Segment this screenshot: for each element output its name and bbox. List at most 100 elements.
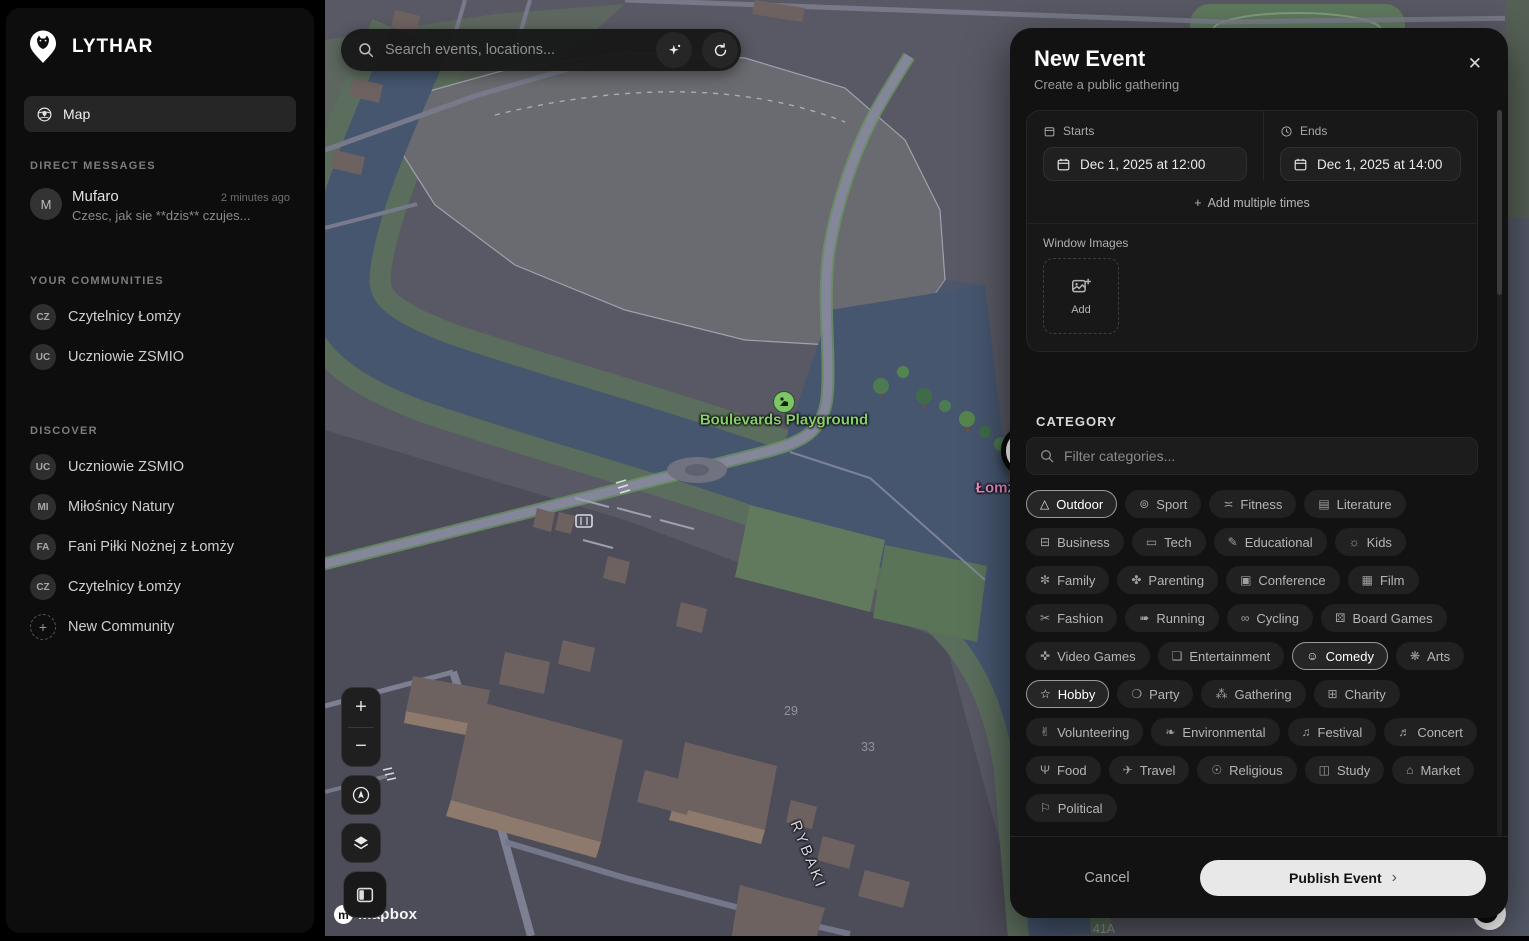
community-item-uczniowie-zsmio[interactable]: UCUczniowie ZSMIO (22, 447, 298, 487)
starts-datetime-button[interactable]: Dec 1, 2025 at 12:00 (1043, 147, 1247, 181)
map-search-bar[interactable]: Search events, locations... (341, 29, 741, 71)
chip-label: Conference (1258, 573, 1325, 588)
dm-timestamp: 2 minutes ago (221, 192, 290, 204)
category-chip-food[interactable]: ΨFood (1026, 756, 1101, 784)
sparkles-icon (666, 42, 683, 59)
add-multiple-times-button[interactable]: + Add multiple times (1027, 183, 1477, 223)
layers-button[interactable] (341, 823, 381, 863)
category-chip-parenting[interactable]: ✤Parenting (1117, 566, 1218, 594)
dm-item-mufaro[interactable]: M Mufaro 2 minutes ago Czesc, jak sie **… (22, 182, 298, 229)
category-chip-environmental[interactable]: ❧Environmental (1151, 718, 1279, 746)
add-image-label: Add (1071, 304, 1091, 316)
category-chip-sport[interactable]: ⊚Sport (1125, 490, 1201, 518)
utensils-icon: Ψ (1040, 764, 1050, 776)
image-plus-icon (1070, 276, 1092, 298)
publish-event-button[interactable]: Publish Event › (1200, 860, 1486, 896)
category-chip-literature[interactable]: ▤Literature (1304, 490, 1405, 518)
star-icon: ☆ (1040, 688, 1051, 700)
category-chip-travel[interactable]: ✈Travel (1109, 756, 1190, 784)
community-name: Czytelnicy Łomży (68, 579, 181, 595)
category-chip-video-games[interactable]: ✜Video Games (1026, 642, 1150, 670)
community-item-uczniowie-zsmio[interactable]: UCUczniowie ZSMIO (22, 337, 298, 377)
chip-label: Political (1058, 801, 1103, 816)
category-chip-religious[interactable]: ☉Religious (1197, 756, 1296, 784)
section-header-communities: YOUR COMMUNITIES (30, 275, 290, 287)
sidebar-toggle-button[interactable] (343, 871, 387, 918)
nav-item-label: Map (63, 106, 90, 122)
category-chip-hobby[interactable]: ☆Hobby (1026, 680, 1109, 708)
category-chip-running[interactable]: ➠Running (1125, 604, 1219, 632)
category-chip-charity[interactable]: ⊞Charity (1314, 680, 1400, 708)
ai-sparkles-button[interactable] (656, 32, 692, 68)
scrollbar-thumb[interactable] (1497, 110, 1502, 295)
playground-label: Boulevards Playground (700, 412, 868, 429)
category-header: CATEGORY (1036, 414, 1117, 429)
chip-label: Running (1156, 611, 1204, 626)
chip-label: Charity (1345, 687, 1386, 702)
chip-label: Cycling (1256, 611, 1299, 626)
category-chip-business[interactable]: ⊟Business (1026, 528, 1124, 556)
category-chip-entertainment[interactable]: ❏Entertainment (1158, 642, 1285, 670)
basket-icon: ⌂ (1406, 764, 1413, 776)
category-chip-outdoor[interactable]: △Outdoor (1026, 490, 1117, 518)
category-filter-input[interactable]: Filter categories... (1026, 437, 1478, 475)
locate-button[interactable] (341, 775, 381, 815)
category-chip-market[interactable]: ⌂ Market (1392, 756, 1474, 784)
chip-label: Market (1420, 763, 1460, 778)
ends-datetime-button[interactable]: Dec 1, 2025 at 14:00 (1280, 147, 1461, 181)
refresh-button[interactable] (702, 32, 738, 68)
ball-icon: ⊚ (1139, 498, 1149, 510)
category-chip-film[interactable]: ▦Film (1348, 566, 1419, 594)
category-chip-board-games[interactable]: ⚄Board Games (1321, 604, 1447, 632)
category-chip-fashion[interactable]: ✂Fashion (1026, 604, 1117, 632)
building-number: 29 (784, 704, 798, 718)
open-book-icon: ◫ (1319, 764, 1330, 776)
category-chip-comedy[interactable]: ☺Comedy (1292, 642, 1388, 670)
playground-marker[interactable] (773, 391, 795, 413)
new-community-button[interactable]: + New Community (22, 607, 298, 647)
avatar: M (30, 188, 62, 220)
panel-subtitle: Create a public gathering (1034, 77, 1484, 92)
category-chip-educational[interactable]: ✎Educational (1214, 528, 1327, 556)
dm-name: Mufaro (72, 188, 119, 205)
category-chip-festival[interactable]: ♫Festival (1288, 718, 1377, 746)
category-chip-study[interactable]: ◫Study (1305, 756, 1385, 784)
ends-label: Ends (1300, 124, 1327, 138)
add-image-button[interactable]: Add (1043, 258, 1119, 334)
chip-label: Tech (1164, 535, 1191, 550)
category-chip-volunteering[interactable]: ✌Volunteering (1026, 718, 1143, 746)
close-icon[interactable]: ✕ (1468, 54, 1482, 74)
category-chip-concert[interactable]: ♬Concert (1384, 718, 1477, 746)
dm-preview: Czesc, jak sie **dzis** czujes... (72, 208, 290, 223)
music-notes-icon: ♫ (1302, 726, 1311, 738)
community-item-fani-pi-ki-no-nej-z-om-y[interactable]: FAFani Piłki Nożnej z Łomży (22, 527, 298, 567)
category-chip-fitness[interactable]: ≍Fitness (1209, 490, 1296, 518)
category-chip-kids[interactable]: ☼Kids (1335, 528, 1406, 556)
category-chip-arts[interactable]: ❋Arts (1396, 642, 1464, 670)
section-header-dm: DIRECT MESSAGES (30, 160, 290, 172)
community-name: Miłośnicy Natury (68, 499, 174, 515)
zoom-in-button[interactable]: + (342, 688, 380, 727)
chip-label: Comedy (1326, 649, 1374, 664)
calendar-icon (1293, 157, 1308, 172)
category-chip-cycling[interactable]: ∞Cycling (1227, 604, 1313, 632)
community-item-czytelnicy-om-y[interactable]: CZCzytelnicy Łomży (22, 297, 298, 337)
category-chip-party[interactable]: ❍Party (1117, 680, 1193, 708)
new-community-label: New Community (68, 619, 174, 635)
navigation-icon (351, 785, 371, 805)
zoom-out-button[interactable]: − (342, 728, 380, 767)
search-input[interactable]: Search events, locations... (385, 42, 646, 58)
new-event-panel: New Event Create a public gathering ✕ St… (1010, 28, 1508, 918)
cancel-button[interactable]: Cancel (1032, 870, 1182, 886)
community-item-czytelnicy-om-y[interactable]: CZCzytelnicy Łomży (22, 567, 298, 607)
briefcase-icon: ⊟ (1040, 536, 1050, 548)
chip-label: Gathering (1234, 687, 1291, 702)
category-chip-gathering[interactable]: ⁂Gathering (1201, 680, 1305, 708)
category-chip-tech[interactable]: ▭Tech (1132, 528, 1206, 556)
nav-item-map[interactable]: Map (24, 96, 296, 132)
community-item-mi-o-nicy-natury[interactable]: MIMiłośnicy Natury (22, 487, 298, 527)
category-chip-conference[interactable]: ▣Conference (1226, 566, 1340, 594)
category-chip-political[interactable]: ⚐Political (1026, 794, 1117, 822)
category-chip-family[interactable]: ✼Family (1026, 566, 1109, 594)
chip-label: Concert (1417, 725, 1463, 740)
